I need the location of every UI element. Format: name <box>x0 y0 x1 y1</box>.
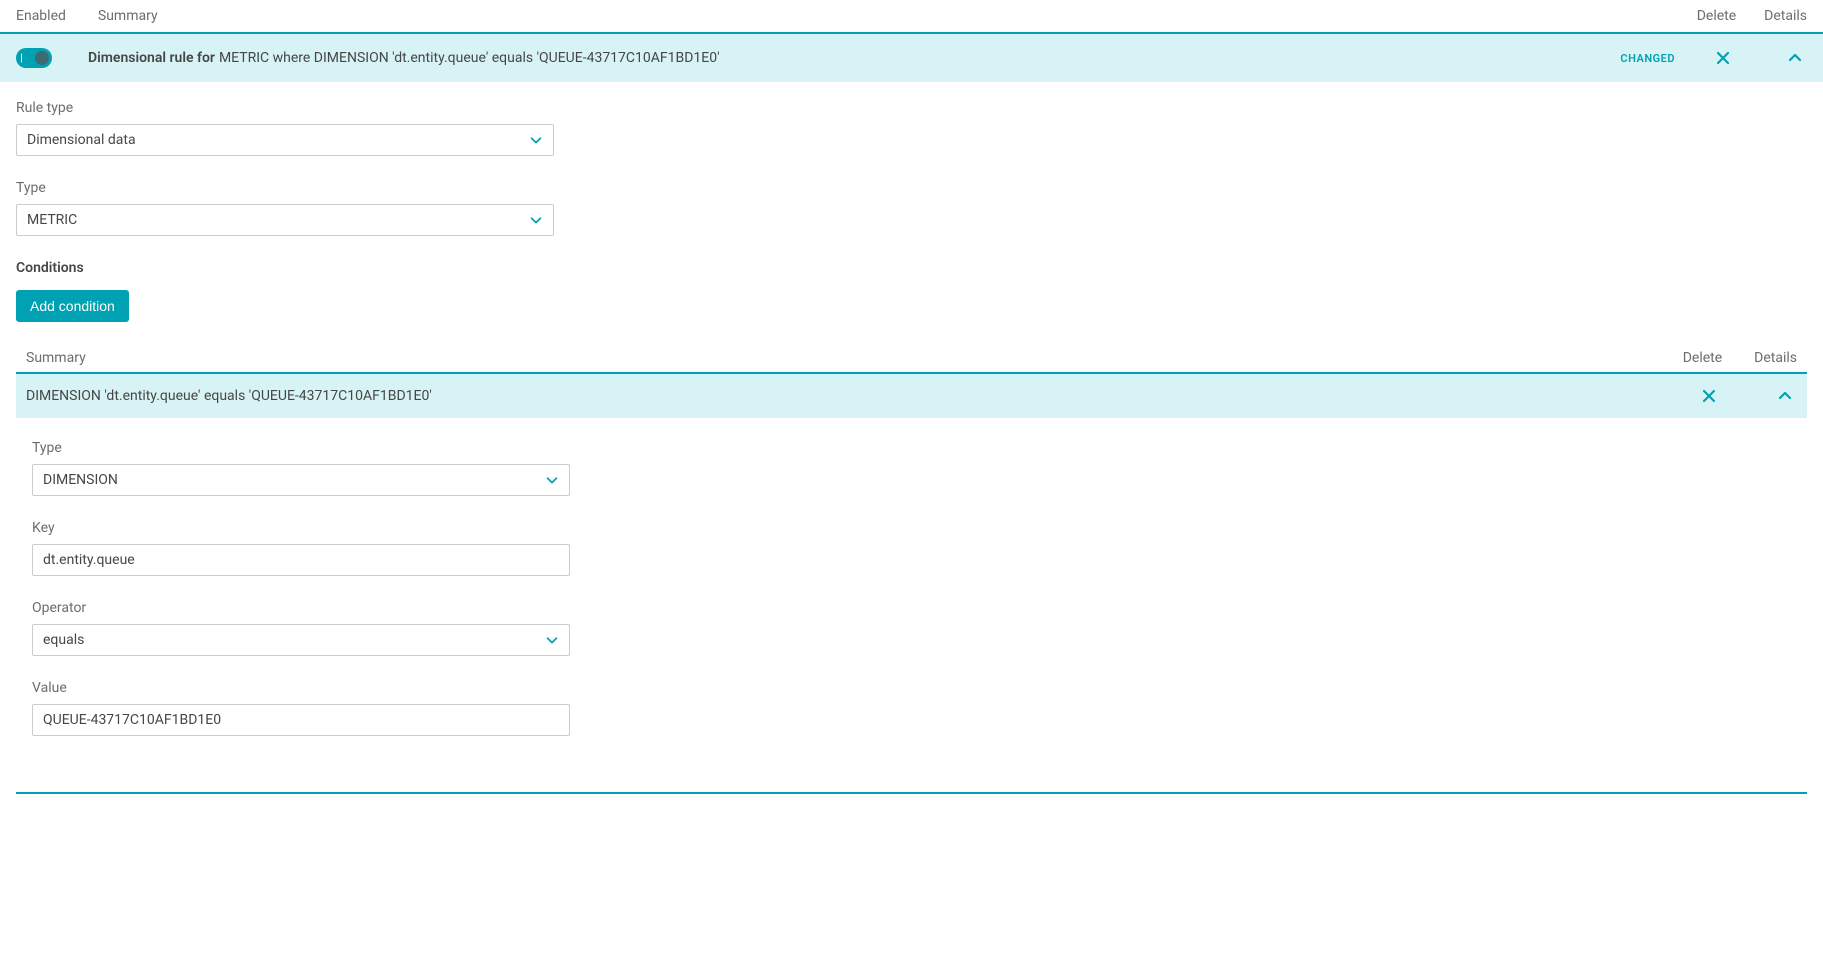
changed-badge: CHANGED <box>1620 52 1675 65</box>
chevron-down-icon <box>545 633 559 647</box>
rules-header-right: Delete Details <box>1697 8 1807 24</box>
condition-summary-column: Summary <box>26 350 1683 366</box>
condition-details-column: Details <box>1754 350 1797 366</box>
rule-body: Rule type Dimensional data Type METRIC C… <box>0 82 1823 784</box>
details-column-header: Details <box>1764 8 1807 24</box>
close-icon <box>1701 388 1717 404</box>
conditions-header-right: Delete Details <box>1683 350 1797 366</box>
condition-type-field: Type DIMENSION <box>32 440 1791 496</box>
delete-condition-button[interactable] <box>1697 384 1721 408</box>
condition-operator-select[interactable]: equals <box>32 624 570 656</box>
delete-rule-button[interactable] <box>1711 46 1735 70</box>
enabled-column-header: Enabled <box>16 8 66 24</box>
chevron-up-icon <box>1787 50 1803 66</box>
rule-title: Dimensional rule for METRIC where DIMENS… <box>88 50 1620 66</box>
condition-operator-label: Operator <box>32 600 1791 616</box>
chevron-up-icon <box>1777 388 1793 404</box>
delete-column-header: Delete <box>1697 8 1736 24</box>
chevron-down-icon <box>529 133 543 147</box>
conditions-header-row: Summary Delete Details <box>16 344 1807 374</box>
rules-header-left: Enabled Summary <box>16 8 158 24</box>
add-condition-button[interactable]: Add condition <box>16 290 129 322</box>
close-icon <box>1715 50 1731 66</box>
rules-config-panel: Enabled Summary Delete Details Dimension… <box>0 0 1823 794</box>
rule-type-field: Rule type Dimensional data <box>16 100 1807 156</box>
bottom-divider <box>16 792 1807 794</box>
collapse-condition-button[interactable] <box>1773 384 1797 408</box>
rule-title-rest: METRIC where DIMENSION 'dt.entity.queue'… <box>219 50 720 66</box>
type-select[interactable]: METRIC <box>16 204 554 236</box>
type-value: METRIC <box>27 212 529 228</box>
condition-operator-value: equals <box>43 632 545 648</box>
rule-enabled-toggle[interactable] <box>16 48 52 68</box>
rules-header-row: Enabled Summary Delete Details <box>0 0 1823 34</box>
condition-delete-column: Delete <box>1683 350 1722 366</box>
type-label: Type <box>16 180 1807 196</box>
condition-value-field: Value <box>32 680 1791 736</box>
summary-column-header: Summary <box>98 8 158 24</box>
condition-type-select[interactable]: DIMENSION <box>32 464 570 496</box>
rule-summary-bar: Dimensional rule for METRIC where DIMENS… <box>0 34 1823 82</box>
condition-value-label: Value <box>32 680 1791 696</box>
condition-summary-text: DIMENSION 'dt.entity.queue' equals 'QUEU… <box>26 388 1697 404</box>
conditions-section-title: Conditions <box>16 260 1807 276</box>
condition-operator-field: Operator equals <box>32 600 1791 656</box>
rule-type-select[interactable]: Dimensional data <box>16 124 554 156</box>
condition-body: Type DIMENSION Key Operator equals <box>16 418 1807 776</box>
condition-value-input[interactable] <box>32 704 570 736</box>
rule-type-value: Dimensional data <box>27 132 529 148</box>
chevron-down-icon <box>529 213 543 227</box>
condition-key-label: Key <box>32 520 1791 536</box>
condition-type-value: DIMENSION <box>43 472 545 488</box>
condition-key-input[interactable] <box>32 544 570 576</box>
chevron-down-icon <box>545 473 559 487</box>
condition-summary-bar: DIMENSION 'dt.entity.queue' equals 'QUEU… <box>16 374 1807 418</box>
rule-title-prefix: Dimensional rule for <box>88 50 215 66</box>
collapse-rule-button[interactable] <box>1783 46 1807 70</box>
condition-key-field: Key <box>32 520 1791 576</box>
condition-type-label: Type <box>32 440 1791 456</box>
type-field: Type METRIC <box>16 180 1807 236</box>
rule-type-label: Rule type <box>16 100 1807 116</box>
